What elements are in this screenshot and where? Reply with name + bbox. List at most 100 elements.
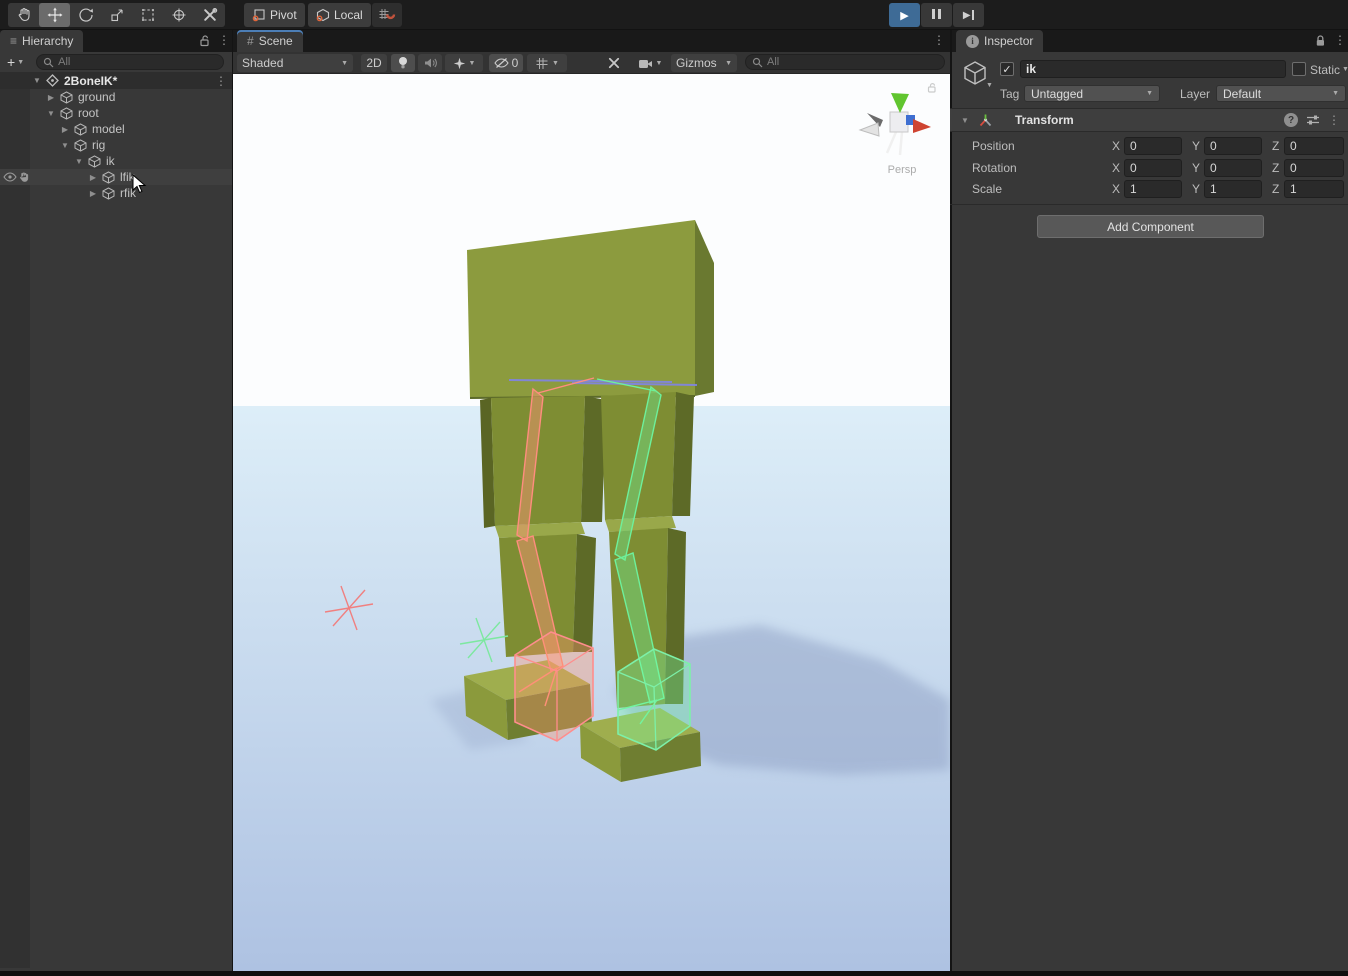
shading-mode-dropdown[interactable]: Shaded ▼	[237, 54, 353, 72]
scene-search[interactable]	[745, 54, 945, 70]
list-icon: ≡	[10, 34, 17, 48]
transform-tool-button[interactable]	[163, 3, 194, 27]
toggle-2d-button[interactable]: 2D	[361, 54, 387, 72]
presets-icon[interactable]	[1306, 114, 1320, 126]
grid-snap-button[interactable]	[372, 3, 402, 27]
foldout-icon[interactable]: ▼	[46, 109, 56, 118]
y-axis-cone[interactable]	[891, 93, 909, 113]
scene-menu-icon[interactable]: ⋮	[933, 33, 945, 47]
layer-dropdown[interactable]: Default ▼	[1216, 85, 1346, 102]
foldout-icon[interactable]: ▶	[60, 125, 70, 134]
gameobject-name-field[interactable]	[1020, 60, 1286, 78]
scale-z-field[interactable]	[1284, 180, 1344, 198]
gizmo-center-cube[interactable]	[890, 112, 908, 132]
scene-header-row[interactable]: ▼ 2BoneIK* ⋮	[0, 72, 233, 89]
gameobject-icon-dropdown[interactable]: ▼	[986, 82, 993, 89]
tree-row-rfik[interactable]: ▶ rfik	[0, 185, 233, 201]
axis-x-label: X	[1112, 182, 1120, 196]
scene-camera-dropdown[interactable]: ▼	[629, 54, 671, 72]
foldout-icon[interactable]: ▶	[46, 93, 56, 102]
scene-audio-button[interactable]	[418, 54, 442, 72]
tree-row-model[interactable]: ▶ model	[0, 121, 233, 137]
inspector-menu-icon[interactable]: ⋮	[1334, 33, 1346, 47]
x-axis-cone[interactable]	[913, 119, 931, 133]
scene-viewport[interactable]	[233, 74, 950, 971]
axis-x-label: X	[1112, 139, 1120, 153]
gameobject-cube-icon	[74, 123, 87, 136]
scene-search-input[interactable]	[767, 56, 938, 68]
active-checkbox[interactable]: ✓	[1000, 62, 1014, 76]
tools-wrench-icon	[202, 7, 218, 23]
tree-row-ground[interactable]: ▶ ground	[0, 89, 233, 105]
tree-row-root[interactable]: ▼ root	[0, 105, 233, 121]
create-dropdown-icon[interactable]: ▼	[17, 59, 24, 66]
help-icon[interactable]: ?	[1284, 113, 1298, 127]
transform-foldout-icon[interactable]: ▼	[960, 116, 970, 125]
eye-slash-icon	[494, 57, 509, 69]
tree-row-lfik[interactable]: ▶ lfik	[0, 169, 233, 185]
scene-row-menu-icon[interactable]: ⋮	[215, 74, 227, 88]
tab-scene[interactable]: # Scene	[237, 30, 303, 52]
position-y-field[interactable]	[1204, 137, 1262, 155]
scene-grid-dropdown[interactable]: ▼	[527, 54, 567, 72]
play-icon: ▶	[900, 9, 908, 22]
camera-icon	[638, 58, 653, 69]
hierarchy-search-input[interactable]	[58, 56, 217, 68]
rotate-tool-button[interactable]	[70, 3, 101, 27]
tree-row-label: root	[78, 106, 99, 120]
local-toggle-button[interactable]: Local	[308, 3, 371, 27]
scene-custom-tools-button[interactable]	[601, 54, 627, 72]
add-component-button[interactable]: Add Component	[1037, 215, 1264, 238]
pause-button[interactable]	[921, 3, 952, 27]
foldout-icon[interactable]: ▶	[88, 173, 98, 182]
position-x-field[interactable]	[1124, 137, 1182, 155]
tab-hierarchy[interactable]: ≡ Hierarchy	[0, 30, 83, 52]
tab-inspector[interactable]: i Inspector	[956, 30, 1043, 52]
gizmos-dropdown[interactable]: Gizmos ▼	[671, 54, 737, 72]
hand-tool-button[interactable]	[8, 3, 39, 27]
pickability-hand-icon[interactable]	[18, 171, 31, 183]
position-z-field[interactable]	[1284, 137, 1344, 155]
pivot-toggle-button[interactable]: Pivot	[244, 3, 305, 27]
gizmo-unlock-icon[interactable]	[926, 82, 938, 97]
rect-tool-button[interactable]	[132, 3, 163, 27]
axis-z-label: Z	[1272, 182, 1279, 196]
custom-tools-button[interactable]	[194, 3, 225, 27]
move-tool-button[interactable]	[39, 3, 70, 27]
axis-cone-left[interactable]	[860, 123, 879, 136]
scale-x-field[interactable]	[1124, 180, 1182, 198]
foldout-icon[interactable]: ▶	[88, 189, 98, 198]
foldout-icon[interactable]: ▼	[74, 157, 84, 166]
static-checkbox[interactable]	[1292, 62, 1306, 76]
step-button[interactable]: ▶	[953, 3, 984, 27]
play-button[interactable]: ▶	[889, 3, 920, 27]
scene-lighting-button[interactable]	[391, 54, 415, 72]
main-toolbar: Pivot Local ▶ ▶	[0, 0, 1348, 30]
rotation-y-field[interactable]	[1204, 159, 1262, 177]
lock-icon[interactable]	[1314, 34, 1327, 47]
scale-y-field[interactable]	[1204, 180, 1262, 198]
ik-effector-left[interactable]	[515, 632, 593, 741]
tree-row-rig[interactable]: ▼ rig	[0, 137, 233, 153]
projection-label[interactable]: Persp	[876, 164, 928, 176]
transform-component-header[interactable]: ▼ Transform ? ⋮	[950, 108, 1348, 132]
pause-icon	[931, 8, 943, 22]
scene-foldout-icon[interactable]: ▼	[32, 76, 42, 85]
hierarchy-menu-icon[interactable]: ⋮	[218, 33, 230, 47]
create-button[interactable]: +	[7, 56, 15, 68]
rotation-z-field[interactable]	[1284, 159, 1344, 177]
scale-tool-button[interactable]	[101, 3, 132, 27]
visibility-eye-icon[interactable]	[3, 171, 17, 183]
hierarchy-search[interactable]	[36, 54, 224, 70]
foldout-icon[interactable]: ▼	[60, 141, 70, 150]
transform-menu-icon[interactable]: ⋮	[1328, 113, 1340, 127]
tag-dropdown[interactable]: Untagged ▼	[1024, 85, 1160, 102]
window-bottom-strip	[0, 971, 1348, 976]
static-dropdown-icon[interactable]: ▼	[1342, 66, 1348, 73]
scene-name: 2BoneIK*	[64, 74, 117, 88]
tree-row-ik[interactable]: ▼ ik	[0, 153, 233, 169]
scene-effects-dropdown[interactable]: ▼	[445, 54, 483, 72]
unlock-icon[interactable]	[198, 34, 211, 47]
hidden-objects-button[interactable]: 0	[489, 54, 523, 72]
rotation-x-field[interactable]	[1124, 159, 1182, 177]
